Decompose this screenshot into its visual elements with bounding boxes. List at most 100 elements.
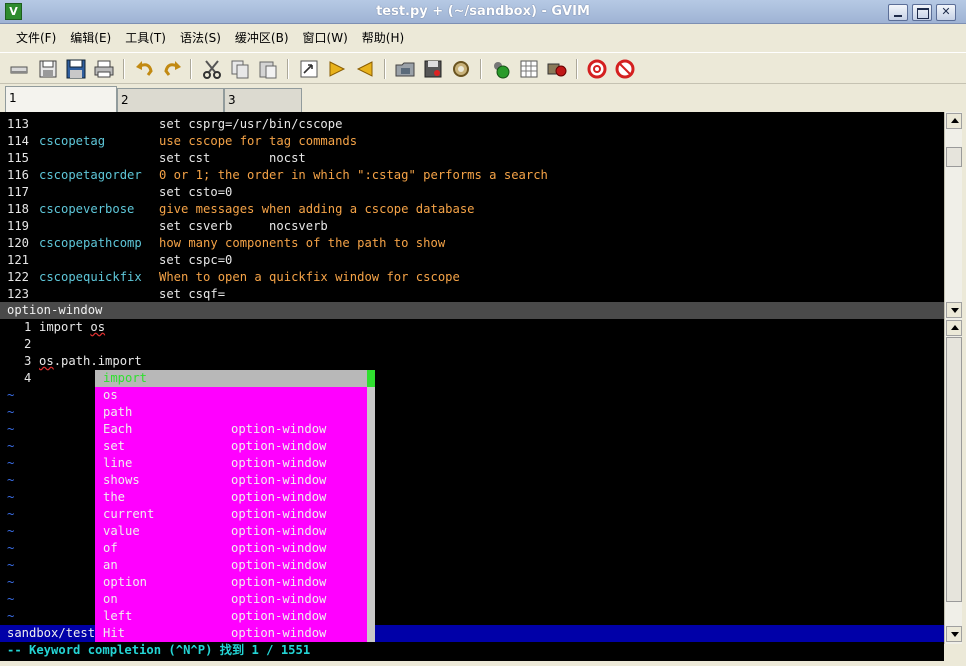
completion-source: option-window <box>231 439 327 453</box>
save-icon[interactable] <box>37 58 59 80</box>
scroll-up-arrow-icon[interactable] <box>946 320 962 336</box>
tab-test-txt[interactable]: 2 sandbox/test.tx <box>117 88 224 129</box>
window-title: test.py + (~/sandbox) - GVIM <box>376 4 590 19</box>
line-number: 123 <box>7 287 30 301</box>
empty-line-tilde: ~ <box>7 575 15 589</box>
completion-item[interactable]: os <box>95 387 367 404</box>
undo-icon[interactable] <box>134 58 156 80</box>
option-name: cscopetagorder <box>39 168 142 182</box>
completion-word: of <box>103 541 118 555</box>
line-number: 115 <box>7 151 30 165</box>
make-icon[interactable] <box>490 58 512 80</box>
option-window-scrollbar[interactable] <box>944 112 962 319</box>
completion-word: line <box>103 456 133 470</box>
option-text: When to open a quickfix window for cscop… <box>159 270 460 284</box>
completion-source: option-window <box>231 592 327 606</box>
editor-area[interactable]: 113 set csprg=/usr/bin/cscope 114 cscopetag… <box>0 112 944 661</box>
line-number: 113 <box>7 117 30 131</box>
menu-help[interactable]: 帮助(H) <box>355 29 411 46</box>
completion-item[interactable]: option option-window <box>95 574 367 591</box>
shell-icon[interactable] <box>518 58 540 80</box>
line-number: 3 <box>24 354 32 368</box>
toolbar-separator <box>480 59 482 79</box>
redo-icon[interactable] <box>161 58 183 80</box>
buffer-scrollbar[interactable] <box>944 319 962 644</box>
save-session-icon[interactable] <box>422 58 444 80</box>
popup-scrollbar[interactable] <box>367 370 375 642</box>
completion-source: option-window <box>231 558 327 572</box>
line-number: 114 <box>7 134 30 148</box>
empty-line-tilde: ~ <box>7 473 15 487</box>
completion-item[interactable]: Each option-window <box>95 421 367 438</box>
replace-icon[interactable] <box>298 58 320 80</box>
completion-popup[interactable]: import os path Each option-window set option-w… <box>95 370 375 642</box>
toolbar-separator <box>384 59 386 79</box>
save-all-icon[interactable] <box>65 58 87 80</box>
option-window-statusline[interactable]: option-window <box>0 302 944 319</box>
open-icon[interactable] <box>8 58 30 80</box>
tab-motion-txt[interactable]: 3 motion.txt <box>224 88 302 129</box>
find-prev-icon[interactable] <box>354 58 376 80</box>
minimize-button[interactable] <box>888 4 908 21</box>
completion-item[interactable]: import <box>95 370 367 387</box>
completion-source: option-window <box>231 609 327 623</box>
completion-source: option-window <box>231 524 327 538</box>
empty-line-tilde: ~ <box>7 439 15 453</box>
completion-item[interactable]: shows option-window <box>95 472 367 489</box>
completion-item[interactable]: path <box>95 404 367 421</box>
option-text: how many components of the path to show <box>159 236 446 250</box>
print-icon[interactable] <box>93 58 115 80</box>
completion-item[interactable]: the option-window <box>95 489 367 506</box>
option-name: cscopequickfix <box>39 270 142 284</box>
menu-bar: 文件(F) 编辑(E) 工具(T) 语法(S) 缓冲区(B) 窗口(W) 帮助(… <box>0 24 966 50</box>
menu-file[interactable]: 文件(F) <box>9 29 63 46</box>
scroll-down-arrow-icon[interactable] <box>946 626 962 642</box>
completion-item[interactable]: an option-window <box>95 557 367 574</box>
scroll-down-arrow-icon[interactable] <box>946 302 962 318</box>
menu-tools[interactable]: 工具(T) <box>118 29 173 46</box>
maximize-button[interactable] <box>912 4 932 21</box>
completion-item[interactable]: set option-window <box>95 438 367 455</box>
completion-item[interactable]: of option-window <box>95 540 367 557</box>
paste-icon[interactable] <box>257 58 279 80</box>
line-number: 4 <box>24 371 32 385</box>
scrollbar-thumb[interactable] <box>946 147 962 167</box>
ctags-icon[interactable] <box>546 58 568 80</box>
completion-item[interactable]: current option-window <box>95 506 367 523</box>
find-help-icon[interactable] <box>614 58 636 80</box>
run-script-icon[interactable] <box>450 58 472 80</box>
scroll-up-arrow-icon[interactable] <box>946 113 962 129</box>
completion-item[interactable]: Hit option-window <box>95 625 367 642</box>
line-number: 118 <box>7 202 30 216</box>
code-text: os.path.import <box>39 353 142 370</box>
completion-word: path <box>103 405 133 419</box>
menu-buffers[interactable]: 缓冲区(B) <box>228 29 296 46</box>
completion-source: option-window <box>231 456 327 470</box>
load-session-icon[interactable] <box>394 58 416 80</box>
line-number: 120 <box>7 236 30 250</box>
code-pre: import <box>39 320 91 334</box>
completion-item[interactable]: line option-window <box>95 455 367 472</box>
completion-word: an <box>103 558 118 572</box>
menu-edit[interactable]: 编辑(E) <box>63 29 118 46</box>
cut-icon[interactable] <box>201 58 223 80</box>
option-text: give messages when adding a cscope datab… <box>159 202 475 216</box>
popup-scrollbar-thumb[interactable] <box>367 370 375 387</box>
completion-word: on <box>103 592 118 606</box>
completion-item[interactable]: on option-window <box>95 591 367 608</box>
empty-line-tilde: ~ <box>7 405 15 419</box>
tab-test-py[interactable]: 1 sandbox/test.py <box>5 86 117 127</box>
option-text: 0 or 1; the order in which ":cstag" perf… <box>159 168 548 182</box>
scrollbar-thumb[interactable] <box>946 337 962 602</box>
empty-line-tilde: ~ <box>7 388 15 402</box>
completion-item[interactable]: left option-window <box>95 608 367 625</box>
menu-syntax[interactable]: 语法(S) <box>173 29 228 46</box>
completion-item[interactable]: value option-window <box>95 523 367 540</box>
close-icon: ✕ <box>941 5 951 18</box>
find-next-icon[interactable] <box>326 58 348 80</box>
option-name: cscopeverbose <box>39 202 135 216</box>
copy-icon[interactable] <box>229 58 251 80</box>
help-icon[interactable] <box>586 58 608 80</box>
menu-window[interactable]: 窗口(W) <box>296 29 355 46</box>
close-button[interactable]: ✕ <box>936 4 956 21</box>
